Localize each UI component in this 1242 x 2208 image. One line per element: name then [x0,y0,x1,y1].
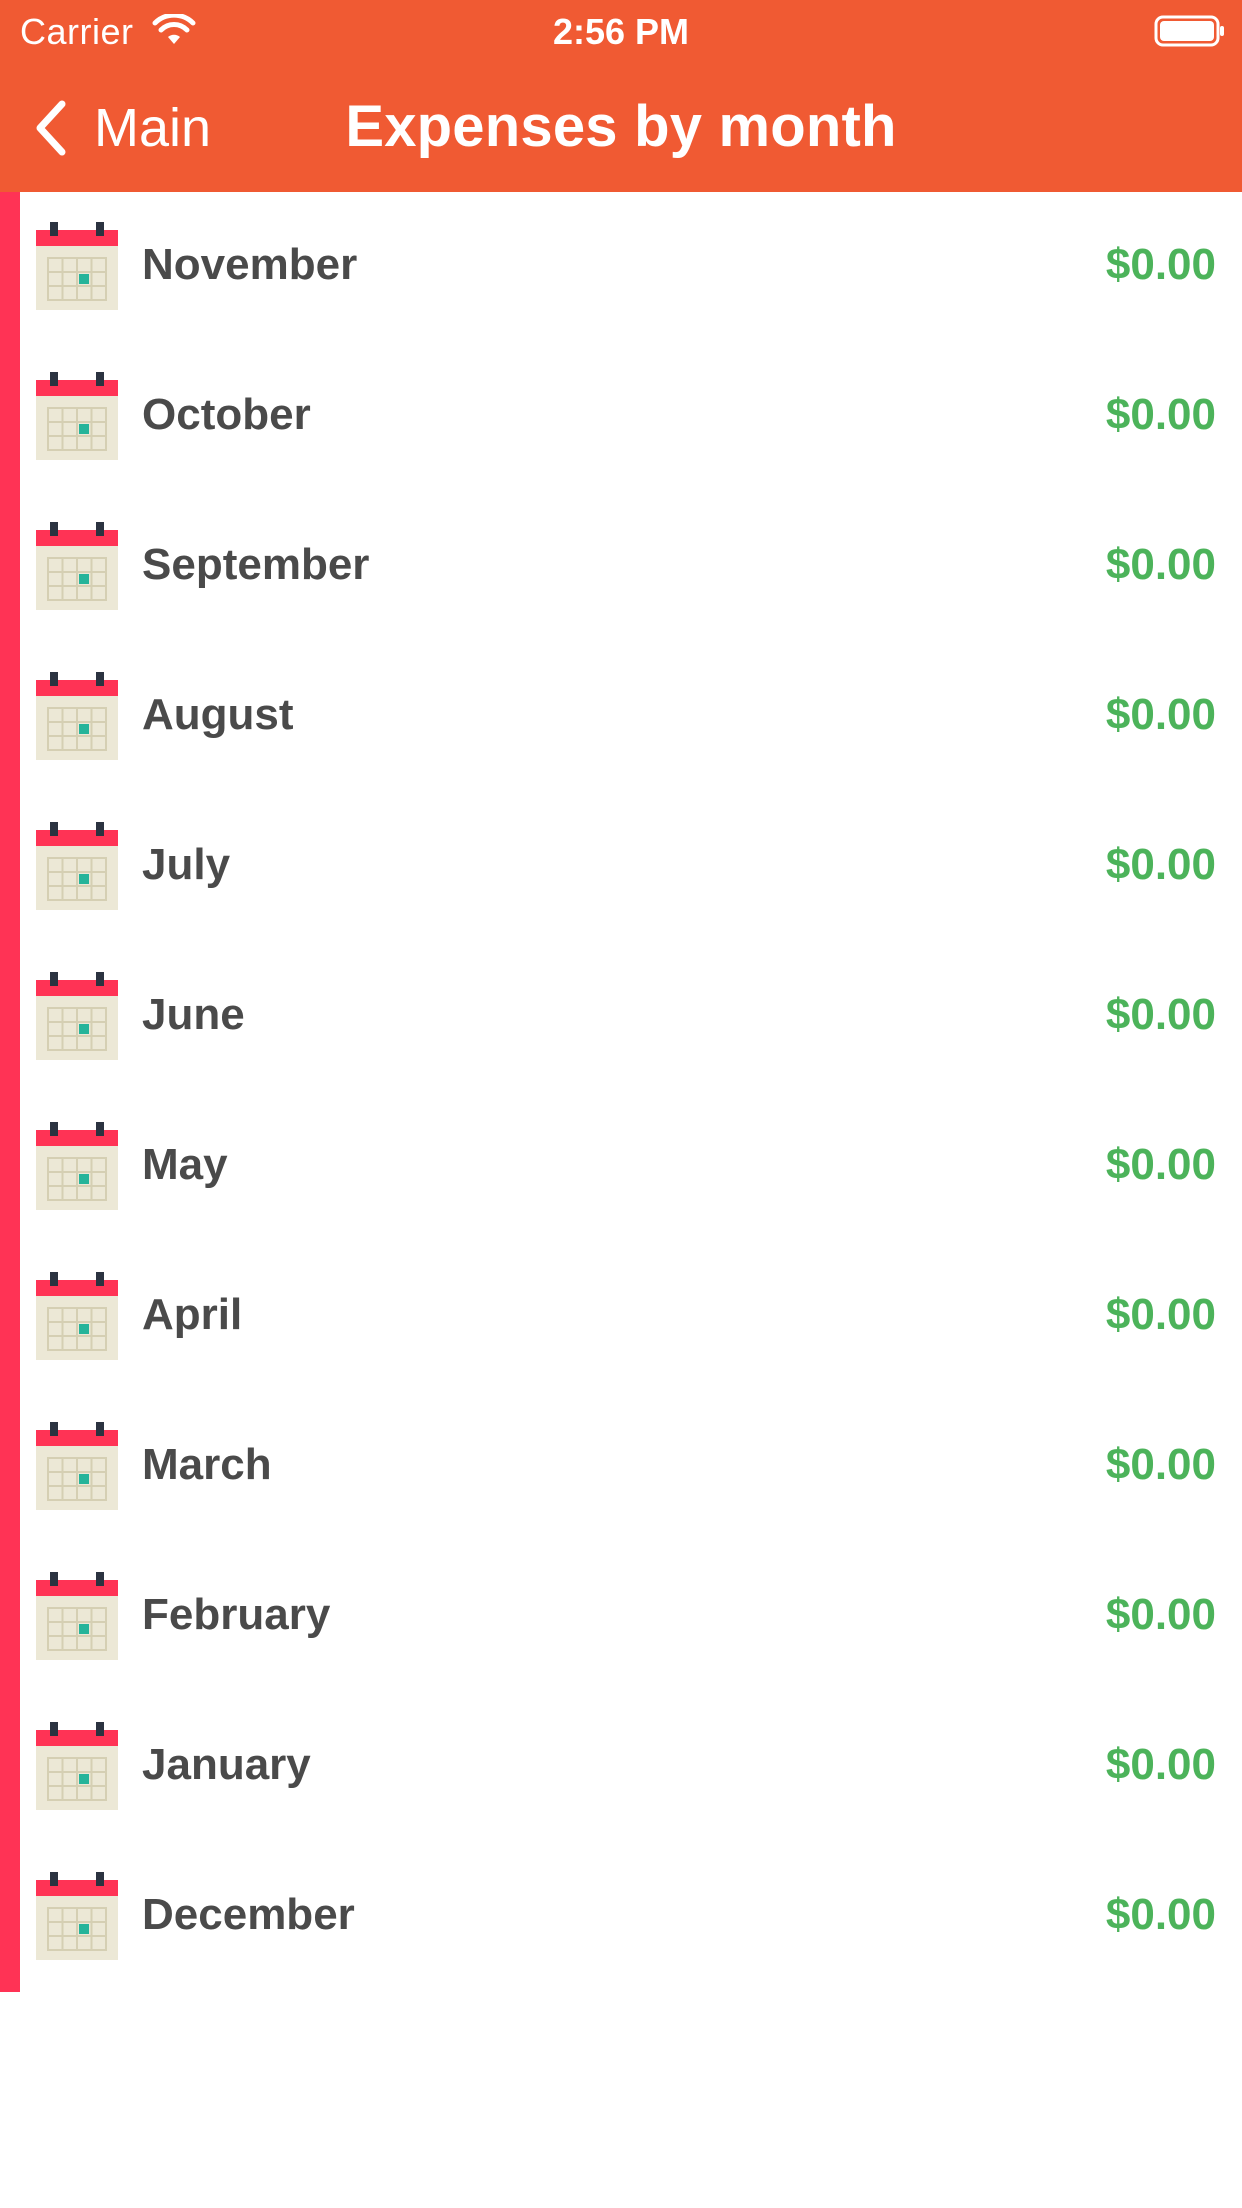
month-amount: $0.00 [1105,840,1216,889]
calendar-icon [36,372,118,460]
month-row-june[interactable]: June $0.00 [20,942,1242,1092]
month-amount: $0.00 [1105,240,1216,289]
month-row-may[interactable]: May $0.00 [20,1092,1242,1242]
calendar-icon [36,1422,118,1510]
month-name: March [142,1440,272,1489]
month-amount: $0.00 [1105,540,1216,589]
month-name: November [142,240,358,289]
month-name: September [142,540,370,589]
month-amount: $0.00 [1105,1440,1216,1489]
month-name: January [142,1740,311,1789]
month-row-august[interactable]: August $0.00 [20,642,1242,792]
calendar-icon [36,672,118,760]
calendar-icon [36,1872,118,1960]
navigation-bar: Main Expenses by month [0,64,1242,192]
month-name: June [142,990,245,1039]
calendar-icon [36,222,118,310]
month-amount: $0.00 [1105,990,1216,1039]
month-name: May [142,1140,228,1189]
calendar-icon [36,822,118,910]
calendar-icon [36,1272,118,1360]
calendar-icon [36,1572,118,1660]
month-name: February [142,1590,331,1639]
month-row-october[interactable]: October $0.00 [20,342,1242,492]
month-name: April [142,1290,243,1339]
calendar-icon [36,972,118,1060]
month-amount: $0.00 [1105,1590,1216,1639]
status-time: 2:56 PM [552,11,690,52]
month-row-july[interactable]: July $0.00 [20,792,1242,942]
battery-icon [1154,15,1224,47]
month-row-april[interactable]: April $0.00 [20,1242,1242,1392]
top-bar: Carrier 2:56 PM Main Expenses by month [0,0,1242,192]
month-name: July [142,840,231,889]
month-list: November $0.00 October $0.00 September $… [20,192,1242,1992]
status-bar: Carrier 2:56 PM [0,0,1242,64]
screen: Carrier 2:56 PM Main Expenses by month N… [0,0,1242,2208]
calendar-icon [36,1122,118,1210]
month-row-january[interactable]: January $0.00 [20,1692,1242,1842]
month-amount: $0.00 [1105,1740,1216,1789]
month-row-december[interactable]: December $0.00 [20,1842,1242,1992]
month-row-february[interactable]: February $0.00 [20,1542,1242,1692]
calendar-icon [36,522,118,610]
accent-stripe [0,192,20,1992]
month-name: August [142,690,294,739]
month-amount: $0.00 [1105,1290,1216,1339]
month-name: October [142,390,311,439]
month-amount: $0.00 [1105,390,1216,439]
page-title: Expenses by month [345,94,897,159]
month-amount: $0.00 [1105,690,1216,739]
month-row-march[interactable]: March $0.00 [20,1392,1242,1542]
month-name: December [142,1890,355,1939]
month-row-september[interactable]: September $0.00 [20,492,1242,642]
month-amount: $0.00 [1105,1890,1216,1939]
month-row-november[interactable]: November $0.00 [20,192,1242,342]
calendar-icon [36,1722,118,1810]
month-amount: $0.00 [1105,1140,1216,1189]
